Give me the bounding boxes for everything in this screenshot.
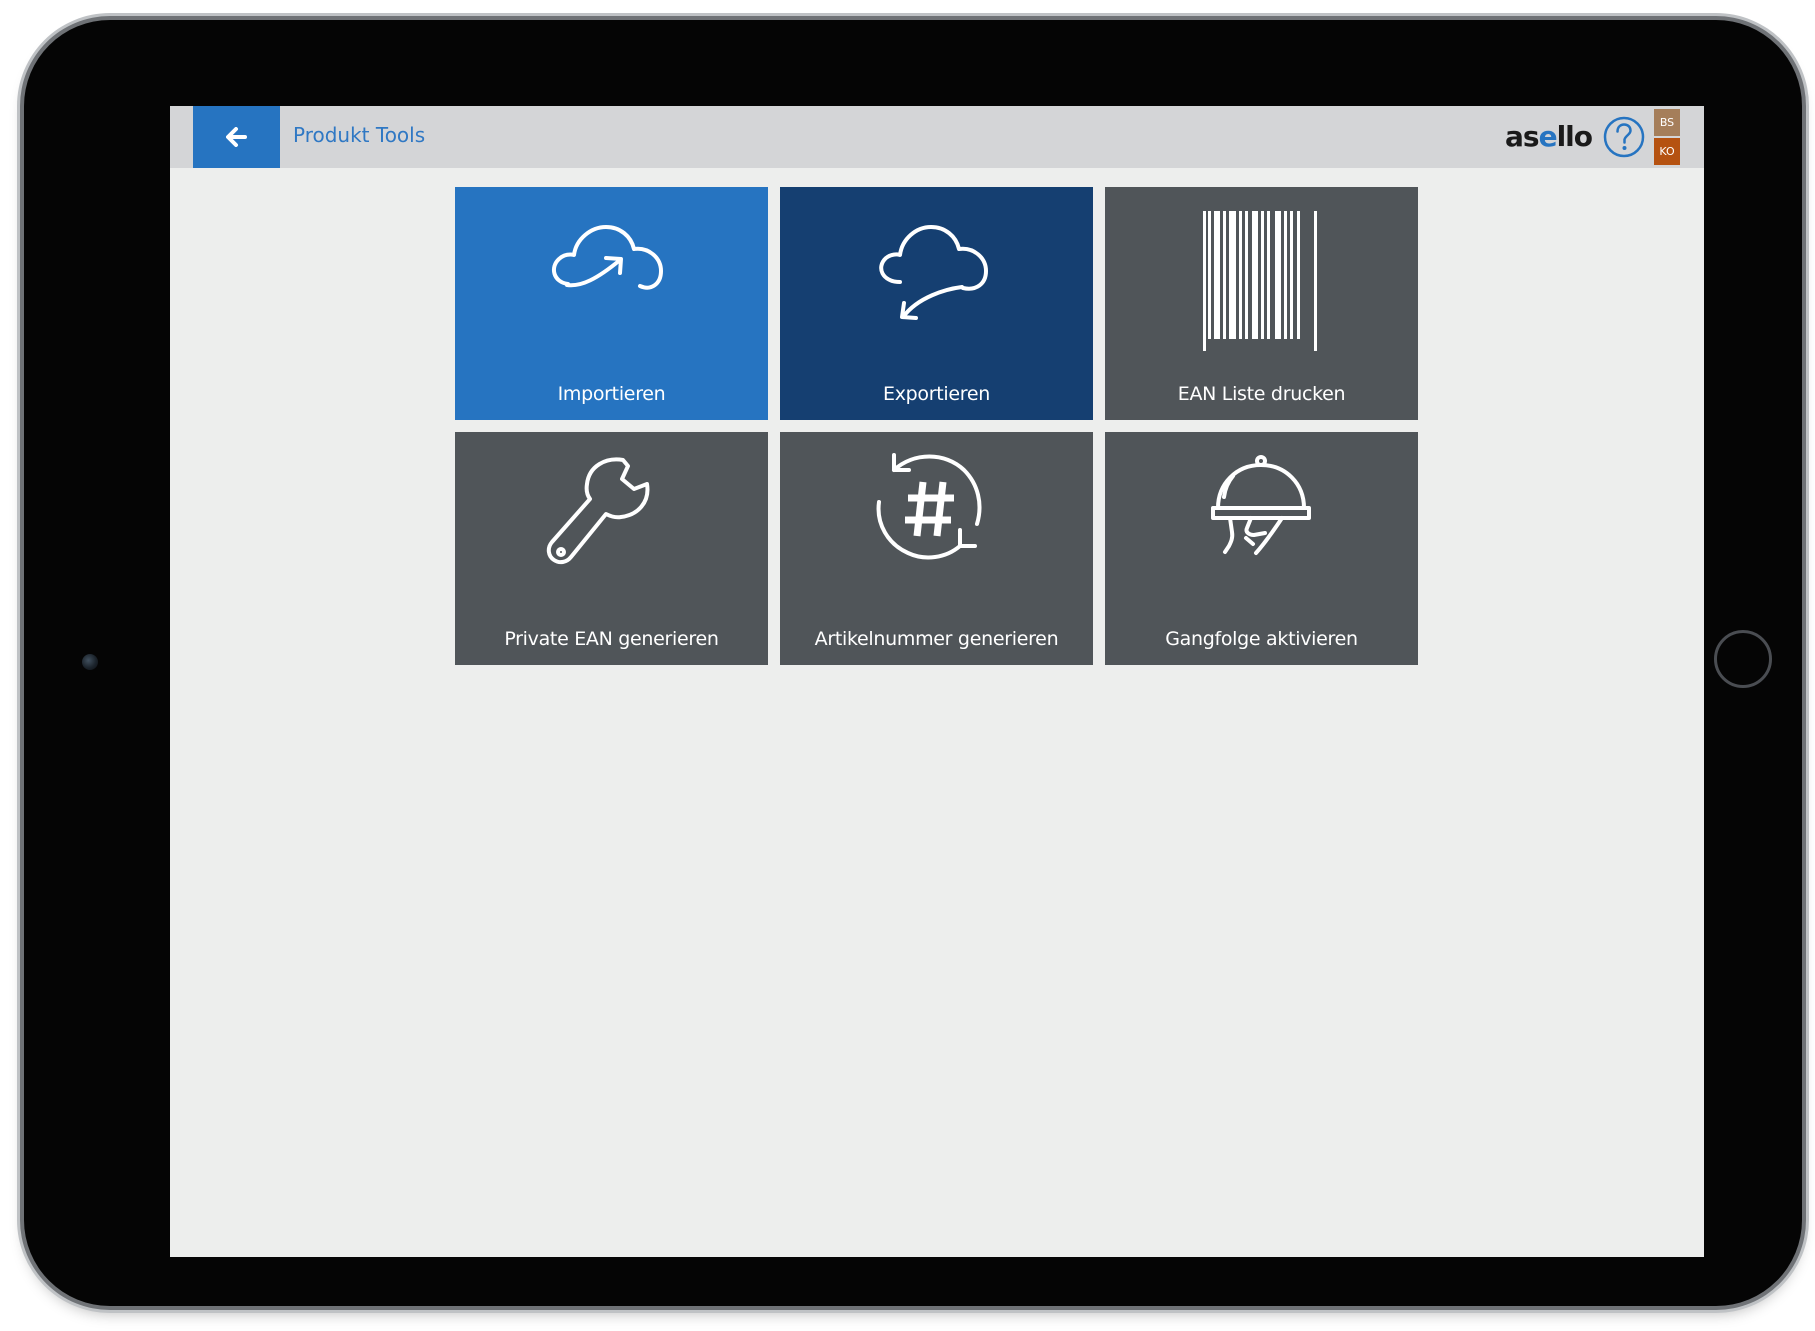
tile-label: EAN Liste drucken (1177, 383, 1346, 405)
tile-label: Gangfolge aktivieren (1165, 628, 1358, 650)
tile-label: Private EAN generieren (504, 628, 719, 650)
tile-ean-liste-drucken[interactable]: EAN Liste drucken (1105, 187, 1418, 420)
user-badge-top: BS (1654, 109, 1680, 136)
user-badge[interactable]: BS KO (1654, 109, 1680, 165)
brand-logo-accent: e (1538, 120, 1558, 153)
tile-label: Importieren (557, 383, 666, 405)
tile-label: Artikelnummer generieren (814, 628, 1059, 650)
back-button[interactable] (193, 106, 280, 168)
camera-icon (82, 654, 98, 670)
page-title: Produkt Tools (293, 123, 426, 147)
tile-label: Exportieren (883, 383, 990, 405)
arrow-left-icon (225, 127, 247, 147)
brand-logo-part1: as (1505, 120, 1540, 153)
tile-exportieren[interactable]: Exportieren (780, 187, 1093, 420)
user-badge-bottom: KO (1654, 138, 1680, 165)
home-button[interactable] (1714, 630, 1772, 688)
tile-artikelnummer-generieren[interactable]: Artikelnummer generieren (780, 432, 1093, 665)
app-screen: Produkt Tools asello BS KO Importieren E… (170, 106, 1704, 1257)
tile-importieren[interactable]: Importieren (455, 187, 768, 420)
tablet-frame: Produkt Tools asello BS KO Importieren E… (24, 20, 1802, 1306)
tile-private-ean-generieren[interactable]: Private EAN generieren (455, 432, 768, 665)
brand-logo: asello (1505, 120, 1593, 153)
top-bar: Produkt Tools asello BS KO (170, 106, 1704, 168)
brand-logo-part2: llo (1556, 120, 1593, 153)
question-mark-circle-icon[interactable] (1603, 116, 1645, 158)
tile-gangfolge-aktivieren[interactable]: Gangfolge aktivieren (1105, 432, 1418, 665)
